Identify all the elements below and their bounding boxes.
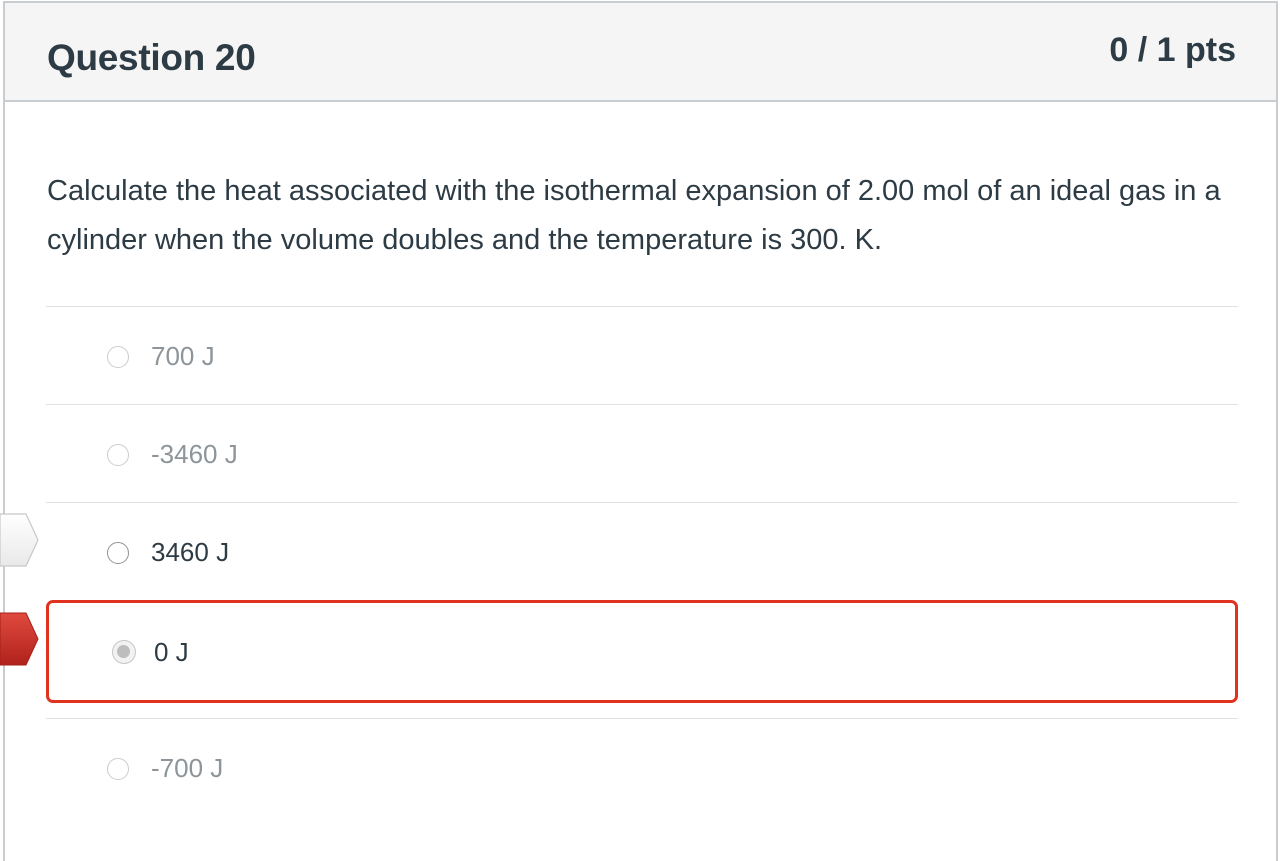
radio-button[interactable] [107,346,129,368]
answer-option-selected-incorrect[interactable]: 0 J [46,600,1238,703]
radio-button[interactable] [107,758,129,780]
question-card: Question 20 0 / 1 pts Calculate the heat… [3,1,1278,861]
answer-list: 700 J -3460 J 3460 J 0 J -700 J [46,306,1238,816]
answer-label: 700 J [151,341,215,371]
question-title: Question 20 [47,37,256,78]
question-text: Calculate the heat associated with the i… [47,175,1221,256]
answer-label: -700 J [151,753,224,783]
radio-button[interactable] [107,542,129,564]
answer-option-correct[interactable]: 3460 J [46,503,1238,600]
your-answer-arrow-icon [0,612,39,666]
answer-option[interactable]: 700 J [46,307,1238,404]
question-header: Question 20 0 / 1 pts [5,3,1276,102]
question-points: 0 / 1 pts [1109,31,1236,69]
answer-option[interactable]: -3460 J [46,405,1238,502]
correct-answer-arrow-icon [0,513,39,567]
answer-label: 3460 J [151,537,230,567]
radio-button-selected[interactable] [112,640,136,664]
answer-option[interactable]: -700 J [46,719,1238,816]
answer-label: 0 J [154,637,189,667]
radio-button[interactable] [107,444,129,466]
answer-label: -3460 J [151,439,238,469]
